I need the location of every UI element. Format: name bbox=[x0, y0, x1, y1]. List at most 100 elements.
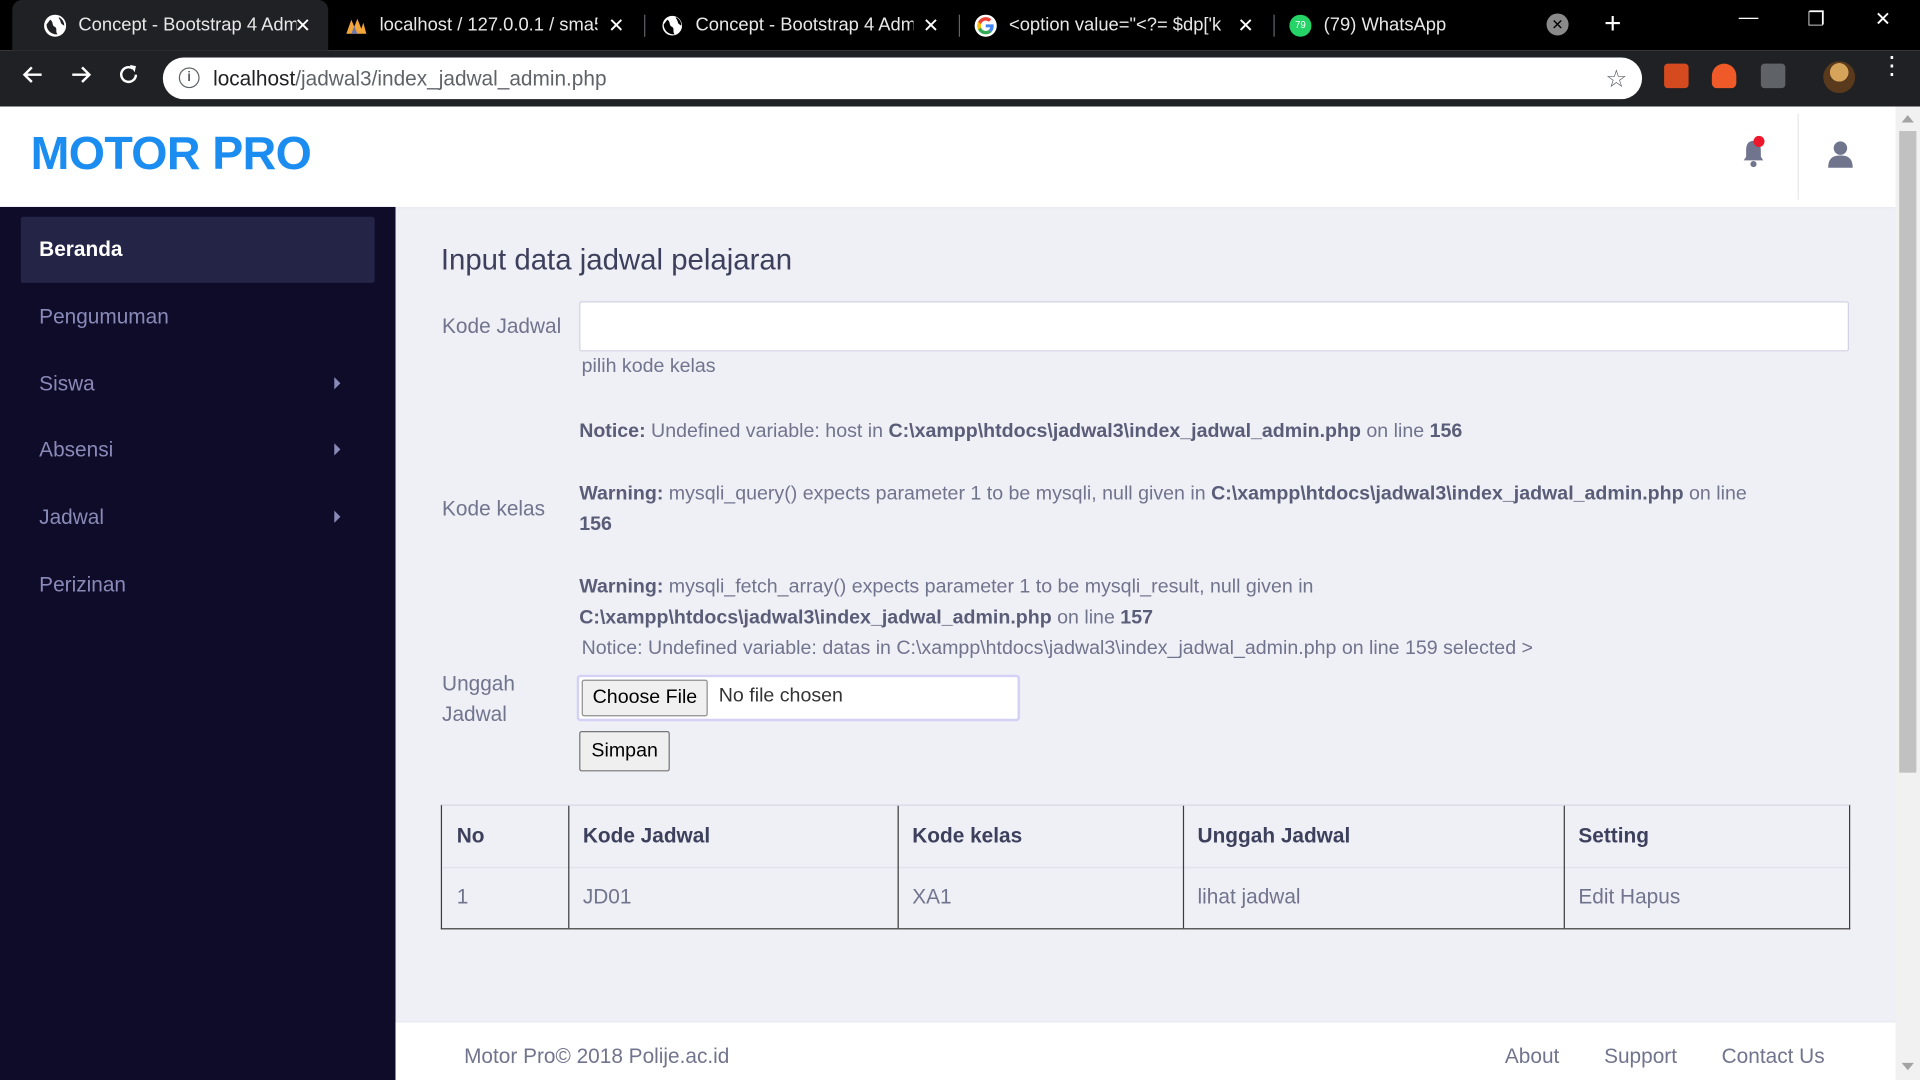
table-header-cell: No bbox=[442, 806, 568, 867]
whatsapp-icon: 79 bbox=[1289, 14, 1312, 37]
kode-kelas-label: Kode kelas bbox=[442, 497, 546, 521]
sidebar-item-label: Beranda bbox=[39, 237, 123, 261]
globe-icon bbox=[661, 14, 683, 36]
hapus-link[interactable]: Hapus bbox=[1620, 885, 1680, 908]
forward-arrow-icon[interactable] bbox=[69, 62, 93, 94]
tab-badge: 79 bbox=[1294, 19, 1306, 31]
new-tab-button[interactable]: + bbox=[1604, 7, 1621, 41]
restore-icon[interactable]: ❐ bbox=[1807, 7, 1825, 31]
table-cell: 1 bbox=[442, 867, 568, 928]
error-text: on line bbox=[1683, 483, 1747, 505]
reload-icon[interactable] bbox=[116, 62, 140, 94]
header-label: Setting bbox=[1578, 824, 1649, 848]
close-icon[interactable]: ✕ bbox=[1546, 13, 1569, 36]
simpan-button[interactable]: Simpan bbox=[579, 731, 671, 772]
screen: Concept - Bootstrap 4 Adm ✕ localhost / … bbox=[0, 0, 1920, 1080]
scroll-up-arrow[interactable] bbox=[1901, 115, 1914, 123]
unggah-label-line: Jadwal bbox=[442, 702, 507, 727]
window-close-icon[interactable]: ✕ bbox=[1875, 7, 1891, 31]
browser-tab[interactable]: Concept - Bootstrap 4 Adm ✕ bbox=[12, 0, 329, 51]
notification-dot bbox=[1753, 135, 1765, 147]
tab-title: Concept - Bootstrap 4 Adm bbox=[695, 14, 914, 36]
sidebar-item-jadwal[interactable]: Jadwal bbox=[21, 485, 375, 551]
php-warning: Warning: mysqli_fetch_array() expects pa… bbox=[579, 572, 1840, 633]
scrollbar-thumb[interactable] bbox=[1899, 131, 1917, 773]
minimize-icon[interactable]: — bbox=[1739, 7, 1759, 29]
url-text: localhost/jadwal3/index_jadwal_admin.php bbox=[213, 67, 606, 91]
brand-logo[interactable]: MOTOR PRO bbox=[31, 129, 312, 182]
unggah-label-line: Unggah bbox=[442, 672, 515, 696]
footer-link-support[interactable]: Support bbox=[1604, 1044, 1677, 1068]
page-header: MOTOR PRO bbox=[0, 106, 1896, 207]
header-label: No bbox=[456, 824, 485, 848]
sidebar-item-absensi[interactable]: Absensi bbox=[21, 418, 375, 484]
header-divider bbox=[1797, 113, 1799, 200]
browser-tab[interactable]: localhost / 127.0.0.1 / sma5 ✕ bbox=[331, 0, 642, 50]
close-icon[interactable]: ✕ bbox=[608, 13, 624, 37]
address-bar[interactable]: i localhost/jadwal3/index_jadwal_admin.p… bbox=[162, 57, 1643, 100]
error-type: Warning: bbox=[579, 483, 664, 505]
unggah-label: Unggah Jadwal bbox=[442, 669, 515, 730]
user-icon[interactable] bbox=[1827, 140, 1854, 169]
error-text: mysqli_fetch_array() expects parameter 1… bbox=[663, 576, 1314, 598]
lihat-jadwal-link[interactable]: lihat jadwal bbox=[1198, 885, 1301, 909]
close-icon[interactable]: ✕ bbox=[1237, 13, 1253, 37]
office-extension-icon[interactable] bbox=[1664, 63, 1689, 89]
jadwal-table: No Kode Jadwal Kode kelas Unggah Jadwal … bbox=[440, 804, 1851, 930]
browser-toolbar: i localhost/jadwal3/index_jadwal_admin.p… bbox=[0, 50, 1920, 107]
footer-link-about[interactable]: About bbox=[1505, 1044, 1559, 1068]
tab-title: Concept - Bootstrap 4 Adm bbox=[78, 14, 297, 36]
table-cell: lihat jadwal bbox=[1183, 867, 1564, 928]
footer-copyright: Motor Pro© 2018 Polije.ac.id bbox=[464, 1044, 730, 1068]
sidebar-item-label: Perizinan bbox=[39, 573, 126, 597]
error-line: 156 bbox=[579, 514, 612, 536]
file-input[interactable]: Choose File No file chosen bbox=[576, 674, 1021, 722]
sidebar-item-label: Pengumuman bbox=[39, 304, 169, 329]
table-header-cell: Kode kelas bbox=[898, 806, 1183, 867]
error-line: 157 bbox=[1120, 607, 1154, 629]
browser-tab[interactable]: Concept - Bootstrap 4 Adm ✕ bbox=[645, 0, 956, 50]
profile-avatar[interactable] bbox=[1823, 61, 1856, 94]
table-header-cell: Unggah Jadwal bbox=[1183, 806, 1564, 867]
extension-icon[interactable] bbox=[1760, 63, 1786, 89]
browser-tab-bar: Concept - Bootstrap 4 Adm ✕ localhost / … bbox=[0, 0, 1920, 51]
browser-tab[interactable]: <option value="<?= $dp['k ✕ bbox=[960, 0, 1271, 50]
file-status: No file chosen bbox=[718, 685, 843, 707]
table-cell: JD01 bbox=[568, 867, 897, 928]
tab-title: (79) WhatsApp bbox=[1323, 14, 1447, 36]
web-page: MOTOR PRO Beranda Pengumuman Siswa Absen… bbox=[0, 106, 1896, 1080]
browser-tab[interactable]: 79 (79) WhatsApp ✕ bbox=[1275, 0, 1586, 50]
sidebar-item-label: Siswa bbox=[39, 372, 95, 396]
sidebar-item-label: Absensi bbox=[39, 438, 114, 462]
error-line: 156 bbox=[1429, 421, 1463, 443]
error-text: mysqli_query() expects parameter 1 to be… bbox=[663, 483, 1212, 505]
footer-link-contact[interactable]: Contact Us bbox=[1722, 1044, 1825, 1068]
error-path: C:\xampp\htdocs\jadwal3\index_jadwal_adm… bbox=[1211, 483, 1684, 505]
sidebar-item-beranda[interactable]: Beranda bbox=[20, 216, 375, 283]
url-path: /jadwal3/index_jadwal_admin.php bbox=[295, 67, 607, 91]
tab-title: <option value="<?= $dp['k bbox=[1008, 14, 1222, 36]
scroll-down-arrow[interactable] bbox=[1901, 1062, 1914, 1071]
sidebar-item-pengumuman[interactable]: Pengumuman bbox=[21, 284, 375, 350]
choose-file-button[interactable]: Choose File bbox=[581, 679, 709, 717]
kode-jadwal-label: Kode Jadwal bbox=[442, 314, 562, 338]
kode-jadwal-input[interactable] bbox=[579, 301, 1849, 352]
main-content: Input data jadwal pelajaran Kode Jadwal … bbox=[396, 207, 1896, 1021]
extension-icon[interactable] bbox=[1711, 63, 1737, 89]
close-icon[interactable]: ✕ bbox=[923, 13, 939, 37]
close-icon[interactable]: ✕ bbox=[295, 13, 311, 37]
sidebar-item-perizinan[interactable]: Perizinan bbox=[21, 552, 375, 618]
sidebar-item-siswa[interactable]: Siswa bbox=[21, 351, 375, 417]
back-arrow-icon[interactable] bbox=[21, 62, 45, 94]
edit-link[interactable]: Edit bbox=[1578, 885, 1614, 908]
vertical-scrollbar[interactable] bbox=[1895, 106, 1920, 1080]
error-path: C:\xampp\htdocs\jadwal3\index_jadwal_adm… bbox=[888, 421, 1361, 443]
header-label: Kode Jadwal bbox=[582, 824, 711, 848]
google-icon bbox=[974, 14, 997, 37]
page-title: Input data jadwal pelajaran bbox=[440, 243, 793, 277]
php-notice: Notice: Undefined variable: host in C:\x… bbox=[579, 416, 1840, 447]
menu-kebab-icon[interactable]: ⋮ bbox=[1880, 54, 1904, 78]
php-warning: Warning: mysqli_query() expects paramete… bbox=[579, 479, 1840, 540]
bookmark-star-icon[interactable]: ☆ bbox=[1605, 64, 1627, 95]
info-icon[interactable]: i bbox=[178, 67, 200, 89]
